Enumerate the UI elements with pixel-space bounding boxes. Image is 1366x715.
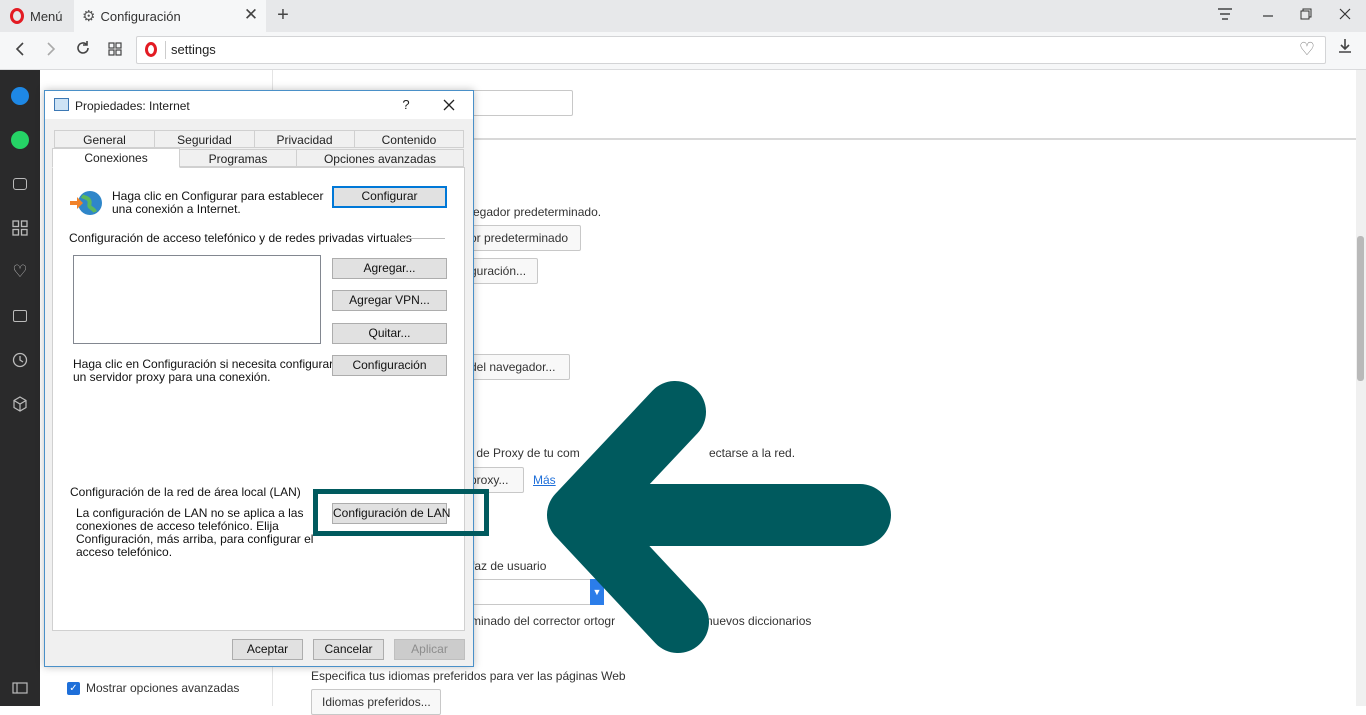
close-window-button[interactable]: [1333, 4, 1357, 26]
tab-connections[interactable]: Conexiones: [52, 148, 180, 168]
back-icon[interactable]: [8, 38, 32, 62]
whatsapp-icon[interactable]: [8, 128, 32, 152]
tab-settings[interactable]: ⚙ Configuración ✕: [74, 0, 266, 32]
setup-text-2: una conexión a Internet.: [112, 202, 241, 216]
opera-menu-button[interactable]: Menú: [0, 0, 72, 32]
url-text[interactable]: settings: [171, 42, 216, 57]
make-default-button[interactable]: or predeterminado: [459, 225, 581, 251]
remove-button[interactable]: Quitar...: [332, 323, 447, 344]
speed-dial-icon[interactable]: [8, 216, 32, 240]
extensions-icon[interactable]: [8, 392, 32, 416]
tab-privacy[interactable]: Privacidad: [254, 130, 355, 148]
tab-general[interactable]: General: [54, 130, 155, 148]
heart-icon[interactable]: ♡: [8, 260, 32, 284]
tab-programs[interactable]: Programas: [179, 149, 297, 167]
help-button[interactable]: ?: [397, 95, 415, 115]
page-scrollbar[interactable]: [1356, 70, 1366, 706]
tab-close-icon[interactable]: ✕: [242, 6, 260, 24]
globe-connection-icon: [70, 191, 102, 215]
lan-heading: Configuración de la red de área local (L…: [70, 485, 301, 499]
url-separator: [165, 41, 166, 59]
checkbox-checked-icon[interactable]: ✓: [67, 681, 80, 695]
download-icon[interactable]: [1333, 38, 1357, 62]
new-tab-button[interactable]: +: [272, 4, 294, 26]
address-bar[interactable]: settings ♡: [136, 36, 1326, 64]
settings-search-input[interactable]: [463, 90, 573, 116]
ok-button[interactable]: Aceptar: [232, 639, 303, 660]
tab-menu-icon[interactable]: [1213, 4, 1237, 26]
camera-icon[interactable]: [8, 172, 32, 196]
cancel-button[interactable]: Cancelar: [313, 639, 384, 660]
group-line: [393, 238, 445, 239]
settings-button[interactable]: Configuración: [332, 355, 447, 376]
internet-options-icon: [54, 98, 69, 111]
menu-label: Menú: [30, 8, 63, 24]
connections-list[interactable]: [73, 255, 321, 344]
tab-advanced-options[interactable]: Opciones avanzadas: [296, 149, 464, 167]
dialup-heading: Configuración de acceso telefónico y de …: [69, 231, 412, 245]
apply-button[interactable]: Aplicar: [394, 639, 465, 660]
history-icon[interactable]: [8, 348, 32, 372]
section-divider: [463, 138, 1356, 140]
restore-button[interactable]: [1294, 4, 1318, 26]
setup-button[interactable]: Configurar: [332, 186, 447, 208]
add-vpn-button[interactable]: Agregar VPN...: [332, 290, 447, 311]
default-browser-text: vegador predeterminado.: [467, 205, 602, 219]
add-button[interactable]: Agregar...: [332, 258, 447, 279]
tab-title: Configuración: [100, 8, 181, 24]
opera-logo-icon: [145, 42, 157, 57]
minimize-button[interactable]: [1256, 4, 1280, 26]
messenger-icon[interactable]: [8, 84, 32, 108]
internet-properties-dialog: Propiedades: Internet ? General Segurida…: [44, 90, 474, 667]
dialog-title: Propiedades: Internet: [75, 99, 190, 113]
lan-text-4: acceso telefónico.: [76, 545, 173, 559]
sidebar: ♡: [0, 70, 40, 706]
highlight-box: [313, 489, 489, 536]
tiles-icon[interactable]: [103, 38, 127, 62]
proxy-text-2: un servidor proxy para una conexión.: [73, 370, 271, 384]
news-icon[interactable]: [8, 304, 32, 328]
scrollbar-thumb[interactable]: [1357, 236, 1364, 381]
tab-content[interactable]: Contenido: [354, 130, 464, 148]
show-advanced-label: Mostrar opciones avanzadas: [86, 681, 240, 695]
connections-panel: Haga clic en Configurar para establecer …: [52, 167, 465, 631]
show-advanced-option[interactable]: ✓ Mostrar opciones avanzadas: [67, 681, 239, 695]
forward-icon[interactable]: [39, 38, 63, 62]
dialog-close-icon[interactable]: [437, 93, 461, 117]
preferred-languages-button[interactable]: Idiomas preferidos...: [311, 689, 441, 715]
sidebar-toggle-icon[interactable]: [8, 676, 32, 700]
opera-logo-icon: [10, 8, 24, 24]
reload-icon[interactable]: [71, 38, 95, 62]
annotation-arrow-icon: [547, 381, 891, 653]
bookmark-heart-icon[interactable]: ♡: [1299, 39, 1315, 60]
tab-security[interactable]: Seguridad: [154, 130, 255, 148]
gear-icon: ⚙: [82, 8, 96, 25]
